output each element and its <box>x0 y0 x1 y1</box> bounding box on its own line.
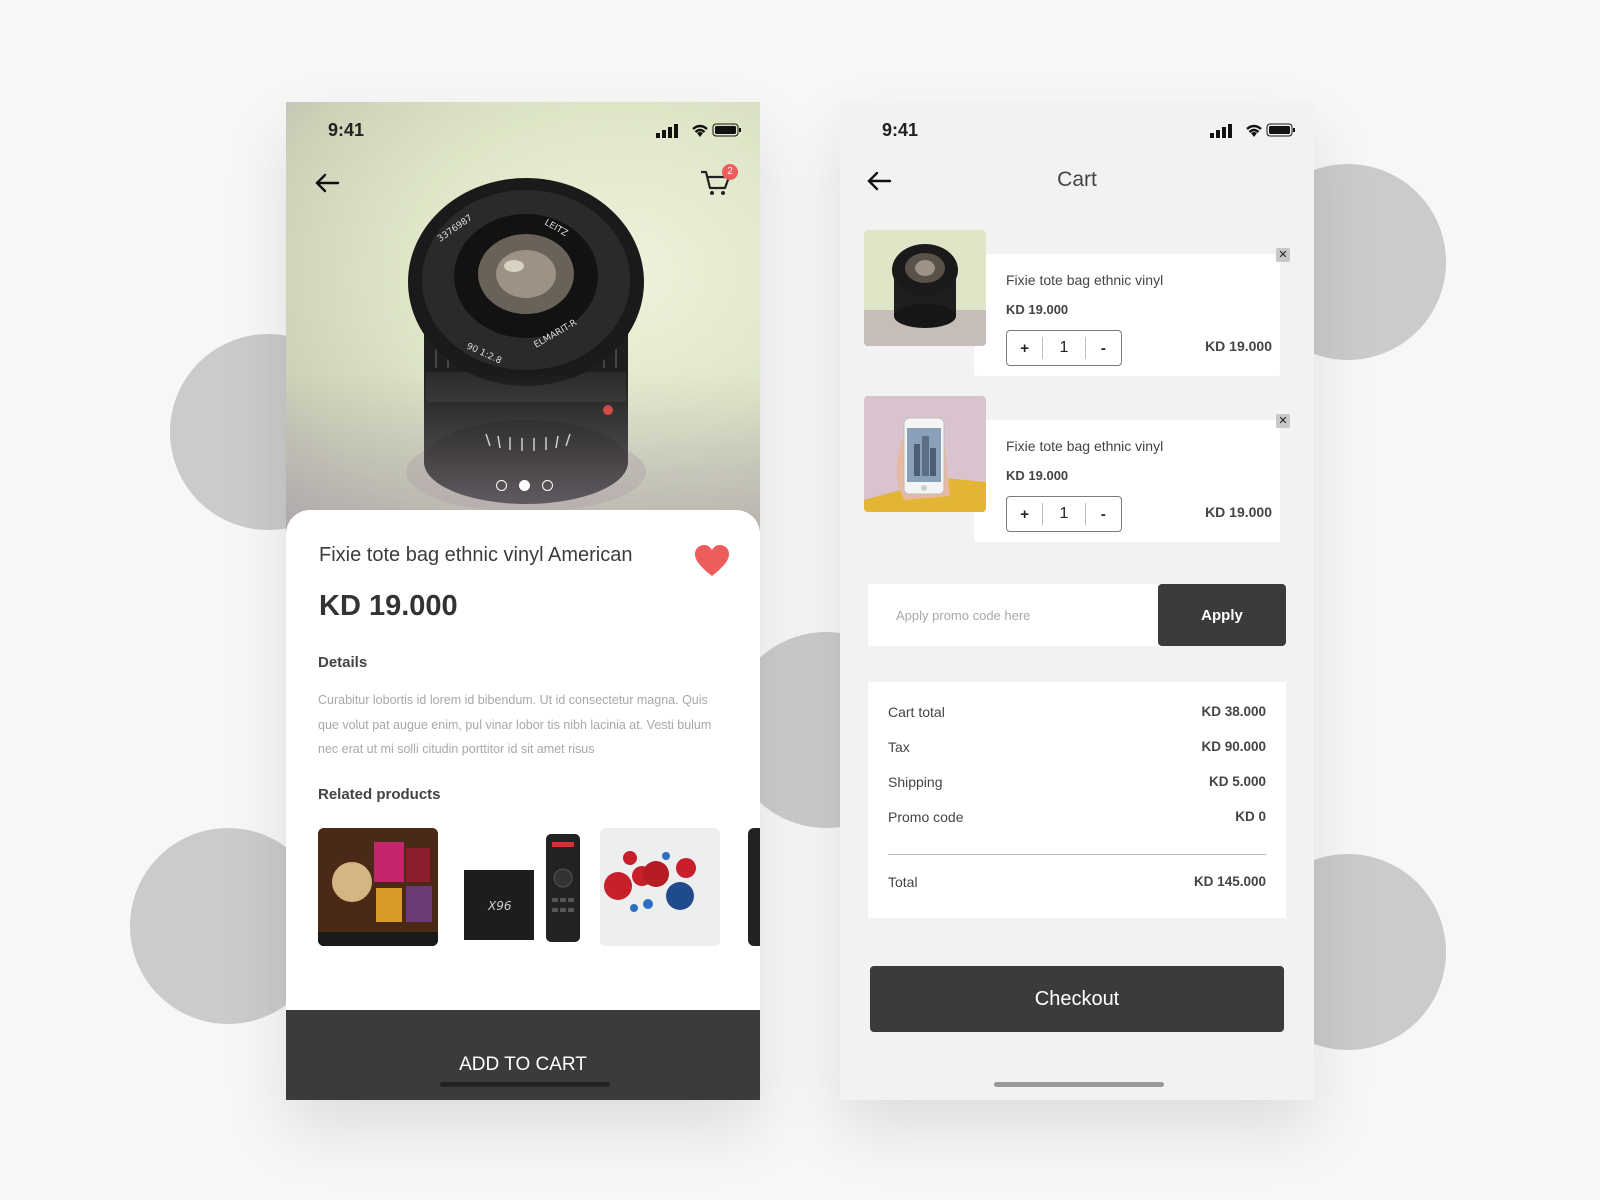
summary-label: Total <box>888 874 918 890</box>
carousel-dot[interactable] <box>542 480 553 491</box>
carousel-dot-active[interactable] <box>519 480 530 491</box>
carousel-dots <box>496 480 553 491</box>
product-detail-screen: LEITZ 3376987 90 1:2.8 ELMARIT-R 9:41 2 … <box>286 102 760 1100</box>
summary-label: Promo code <box>888 809 964 825</box>
decrement-button[interactable]: - <box>1086 506 1121 523</box>
close-icon[interactable]: ✕ <box>1276 248 1290 262</box>
quantity-stepper: + 1 - <box>1006 330 1122 366</box>
add-to-cart-button[interactable]: ADD TO CART <box>286 1010 760 1100</box>
cart-item: Fixie tote bag ethnic vinyl KD 19.000 + … <box>864 396 1290 546</box>
summary-row-cart-total: Cart total KD 38.000 <box>888 704 1266 720</box>
signal-icon <box>656 124 678 138</box>
divider <box>888 854 1266 855</box>
summary-label: Tax <box>888 739 910 755</box>
related-product-thumb[interactable]: X96 <box>462 828 582 946</box>
cart-item-price: KD 19.000 <box>1006 468 1069 483</box>
close-icon[interactable]: ✕ <box>1276 414 1290 428</box>
signal-icon <box>1210 124 1232 138</box>
cart-item-line-total: KD 19.000 <box>1205 504 1272 520</box>
cart-button[interactable]: 2 <box>698 164 738 198</box>
summary-value: KD 145.000 <box>1193 874 1266 889</box>
cart-item-line-total: KD 19.000 <box>1205 338 1272 354</box>
quantity-stepper: + 1 - <box>1006 496 1122 532</box>
wifi-icon <box>692 124 708 137</box>
increment-button[interactable]: + <box>1007 506 1042 523</box>
related-product-thumb[interactable] <box>318 828 438 946</box>
summary-value: KD 5.000 <box>1208 774 1266 789</box>
summary-value: KD 90.000 <box>1201 739 1266 754</box>
order-summary: Cart total KD 38.000 Tax KD 90.000 Shipp… <box>868 682 1286 918</box>
battery-icon <box>712 123 741 137</box>
cart-screen: 9:41 Cart Fixie tote bag ethnic vinyl KD… <box>840 102 1314 1100</box>
status-bar: 9:41 <box>286 102 760 158</box>
quantity-value: 1 <box>1042 337 1086 359</box>
related-heading: Related products <box>318 786 441 803</box>
promo-code-input[interactable] <box>868 584 1158 646</box>
related-products-list: X96 <box>318 828 760 946</box>
cart-item-image[interactable] <box>864 396 986 512</box>
heart-icon[interactable] <box>694 544 730 578</box>
add-to-cart-label: ADD TO CART <box>459 1054 587 1075</box>
related-product-thumb[interactable] <box>600 828 720 946</box>
wifi-icon <box>1246 124 1262 137</box>
battery-icon <box>1266 123 1295 137</box>
cart-item: Fixie tote bag ethnic vinyl KD 19.000 + … <box>864 230 1290 380</box>
cart-item-image[interactable] <box>864 230 986 346</box>
carousel-dot[interactable] <box>496 480 507 491</box>
product-hero-image: LEITZ 3376987 90 1:2.8 ELMARIT-R <box>286 102 760 532</box>
apply-button[interactable]: Apply <box>1158 584 1286 646</box>
page-title: Cart <box>1057 168 1097 191</box>
cart-badge: 2 <box>722 164 738 180</box>
svg-text:X96: X96 <box>487 899 512 913</box>
status-bar: 9:41 <box>840 102 1314 158</box>
summary-label: Cart total <box>888 704 945 720</box>
summary-value: KD 38.000 <box>1201 704 1266 719</box>
product-title: Fixie tote bag ethnic vinyl American <box>319 544 633 566</box>
summary-row-promo: Promo code KD 0 <box>888 809 1266 825</box>
summary-row-tax: Tax KD 90.000 <box>888 739 1266 755</box>
checkout-button[interactable]: Checkout <box>870 966 1284 1032</box>
promo-code-form: Apply <box>868 584 1286 646</box>
increment-button[interactable]: + <box>1007 340 1042 357</box>
product-price: KD 19.000 <box>319 590 458 622</box>
back-arrow-icon[interactable] <box>312 168 342 198</box>
summary-row-shipping: Shipping KD 5.000 <box>888 774 1266 790</box>
status-time: 9:41 <box>328 120 365 140</box>
quantity-value: 1 <box>1042 503 1086 525</box>
summary-value: KD 0 <box>1235 809 1266 824</box>
related-product-thumb[interactable] <box>748 828 760 946</box>
cart-item-price: KD 19.000 <box>1006 302 1069 317</box>
cart-item-name: Fixie tote bag ethnic vinyl <box>1006 272 1164 288</box>
summary-label: Shipping <box>888 774 943 790</box>
status-time: 9:41 <box>882 120 919 140</box>
home-indicator <box>994 1082 1164 1087</box>
details-heading: Details <box>318 654 368 671</box>
details-text: Curabitur lobortis id lorem id bibendum.… <box>318 693 712 756</box>
cart-item-name: Fixie tote bag ethnic vinyl <box>1006 438 1164 454</box>
decrement-button[interactable]: - <box>1086 340 1121 357</box>
summary-row-total: Total KD 145.000 <box>888 874 1266 890</box>
home-indicator <box>440 1082 610 1087</box>
